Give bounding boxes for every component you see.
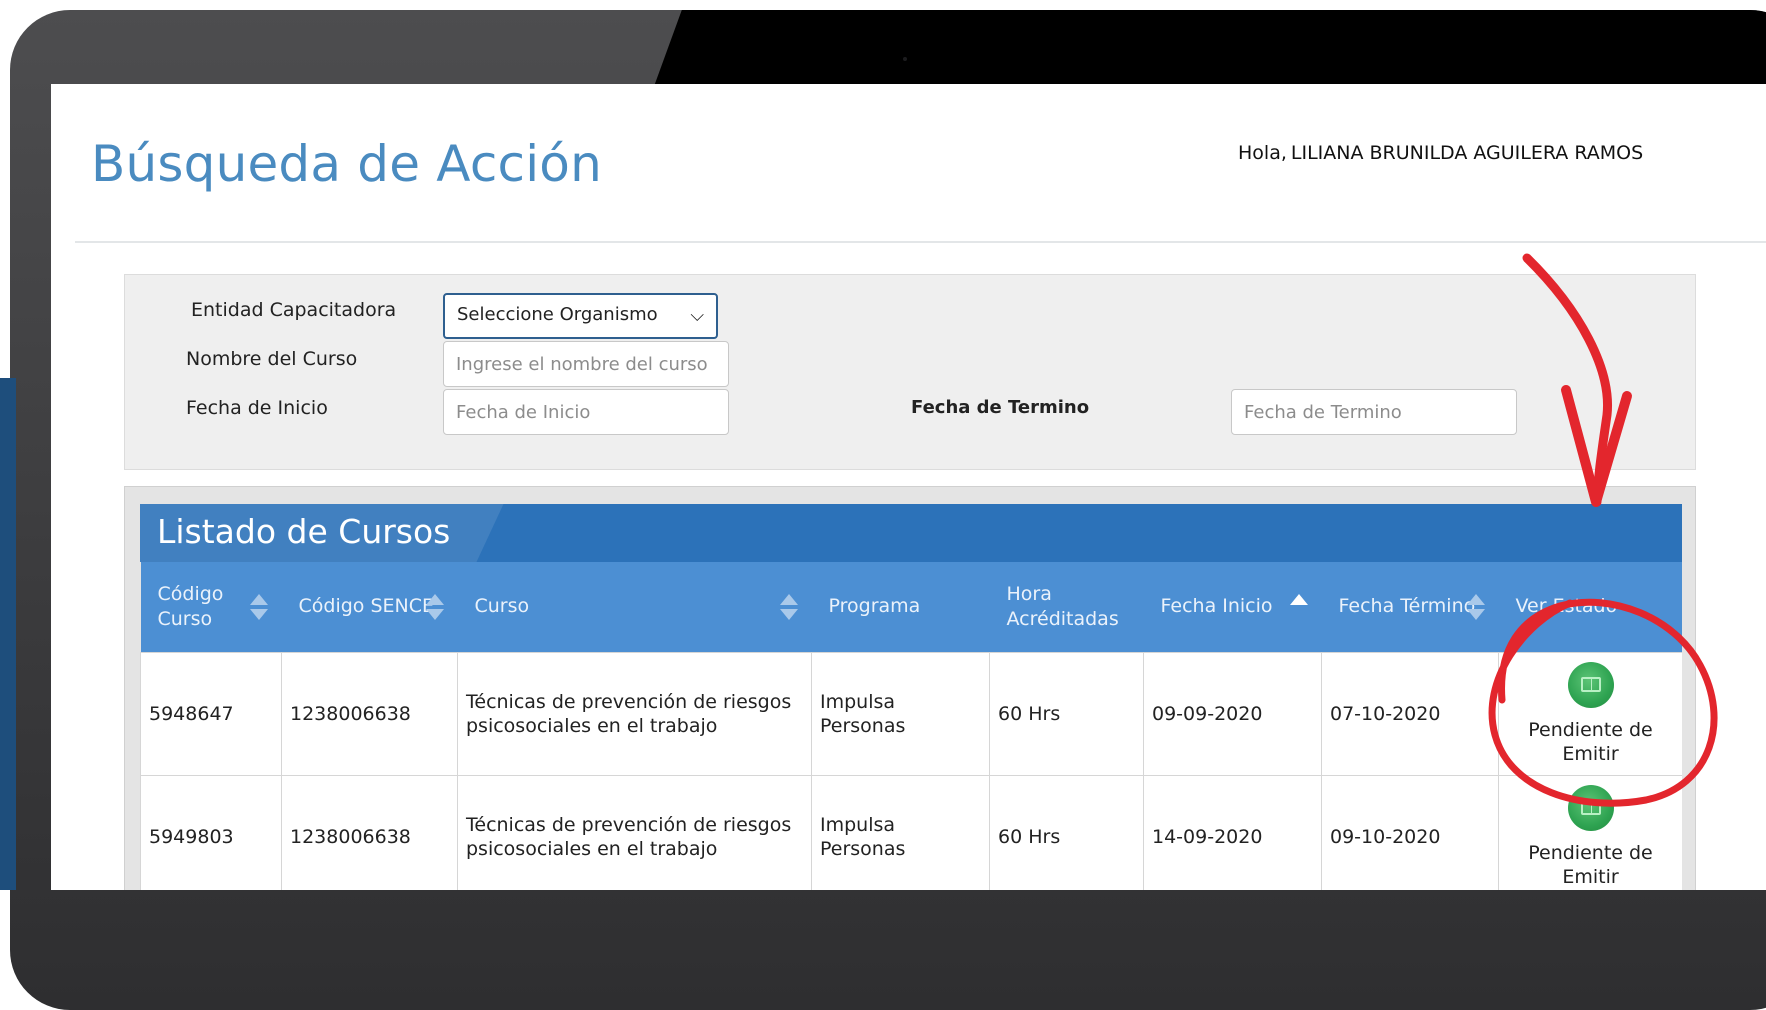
table-row: 5949803 1238006638 Técnicas de prevenció… xyxy=(140,774,1682,890)
cell-curso: Técnicas de prevención de riesgos psicos… xyxy=(457,651,812,776)
sort-icon[interactable] xyxy=(249,594,268,622)
entidad-label: Entidad Capacitadora xyxy=(191,299,397,321)
header-codigo-sence[interactable]: Código SENCE xyxy=(282,562,458,652)
cell-curso: Técnicas de prevención de riesgos psicos… xyxy=(457,774,812,890)
cell-fecha-termino: 09-10-2020 xyxy=(1321,774,1499,890)
page-title: Búsqueda de Acción xyxy=(91,135,602,193)
header-ver-estado-label: Ver Estado xyxy=(1515,595,1618,618)
fecha-inicio-input[interactable] xyxy=(443,389,729,435)
cell-programa: Impulsa Personas xyxy=(811,774,990,890)
cell-fecha-termino: 07-10-2020 xyxy=(1321,651,1499,776)
table-titlebar: Listado de Cursos xyxy=(140,504,1682,562)
cell-fecha-inicio: 09-09-2020 xyxy=(1143,651,1322,776)
status-label: Pendiente de Emitir xyxy=(1528,841,1653,888)
header-fecha-inicio[interactable]: Fecha Inicio xyxy=(1144,562,1322,652)
curso-input[interactable] xyxy=(443,341,729,387)
sort-icon[interactable] xyxy=(1466,594,1485,622)
cell-estado: Pendiente de Emitir xyxy=(1498,774,1682,890)
book-icon[interactable] xyxy=(1567,661,1614,708)
cell-programa: Impulsa Personas xyxy=(811,651,990,776)
header-fecha-termino[interactable]: Fecha Término xyxy=(1322,562,1499,652)
inicio-label: Fecha de Inicio xyxy=(186,397,328,419)
sort-ascending-icon[interactable] xyxy=(1289,594,1308,622)
header-programa-label: Programa xyxy=(828,595,921,618)
table-title: Listado de Cursos xyxy=(157,512,451,551)
table-header-row: Código Curso Código SENCE Curso Programa… xyxy=(140,562,1683,652)
title-divider xyxy=(75,241,1766,243)
entidad-select-value: Seleccione Organismo xyxy=(457,304,658,325)
status-label: Pendiente de Emitir xyxy=(1528,718,1653,765)
cell-codigo-curso: 5948647 xyxy=(140,651,282,776)
course-table-wrap: Listado de Cursos Código Curso Código SE… xyxy=(140,504,1682,890)
camera-dot xyxy=(903,57,907,61)
cell-codigo-curso: 5949803 xyxy=(140,774,282,890)
sort-icon[interactable] xyxy=(779,594,798,622)
header-codigo-curso[interactable]: Código Curso xyxy=(141,562,282,652)
entidad-select[interactable]: Seleccione Organismo ⌵ xyxy=(443,293,718,339)
header-curso-label: Curso xyxy=(474,595,530,618)
left-accent-bar xyxy=(0,378,16,890)
cell-fecha-inicio: 14-09-2020 xyxy=(1143,774,1322,890)
book-icon[interactable] xyxy=(1567,784,1614,831)
course-table: Código Curso Código SENCE Curso Programa… xyxy=(140,562,1682,890)
cell-horas: 60 Hrs xyxy=(989,774,1144,890)
filter-panel: Entidad Capacitadora Seleccione Organism… xyxy=(124,274,1696,470)
cell-horas: 60 Hrs xyxy=(989,651,1144,776)
course-list-panel: Listado de Cursos Código Curso Código SE… xyxy=(124,486,1696,890)
fecha-termino-input[interactable] xyxy=(1231,389,1517,435)
header-codigo-curso-label: Código Curso xyxy=(157,582,224,630)
chevron-down-icon: ⌵ xyxy=(690,305,704,326)
header-programa: Programa xyxy=(812,562,990,652)
user-greeting: Hola, LILIANA BRUNILDA AGUILERA RAMOS xyxy=(1238,142,1643,164)
header-horas: Hora Acréditadas xyxy=(990,562,1144,652)
header-curso[interactable]: Curso xyxy=(458,562,812,652)
termino-label: Fecha de Termino xyxy=(911,397,1090,418)
header-ver-estado: Ver Estado xyxy=(1499,562,1683,652)
header-fecha-inicio-label: Fecha Inicio xyxy=(1160,595,1273,618)
cell-codigo-sence: 1238006638 xyxy=(281,774,458,890)
user-name: LILIANA BRUNILDA AGUILERA RAMOS xyxy=(1290,142,1644,164)
app-screen: Búsqueda de Acción Hola, LILIANA BRUNILDA… xyxy=(51,84,1766,890)
sort-icon[interactable] xyxy=(425,594,444,622)
cell-codigo-sence: 1238006638 xyxy=(281,651,458,776)
greeting-prefix: Hola, xyxy=(1238,142,1287,164)
header-codigo-sence-label: Código SENCE xyxy=(298,595,435,618)
curso-label: Nombre del Curso xyxy=(186,348,358,370)
header-fecha-termino-label: Fecha Término xyxy=(1338,595,1476,618)
table-row: 5948647 1238006638 Técnicas de prevenció… xyxy=(140,651,1682,776)
cell-estado: Pendiente de Emitir xyxy=(1498,651,1682,776)
header-horas-label: Hora Acréditadas xyxy=(1006,582,1119,630)
